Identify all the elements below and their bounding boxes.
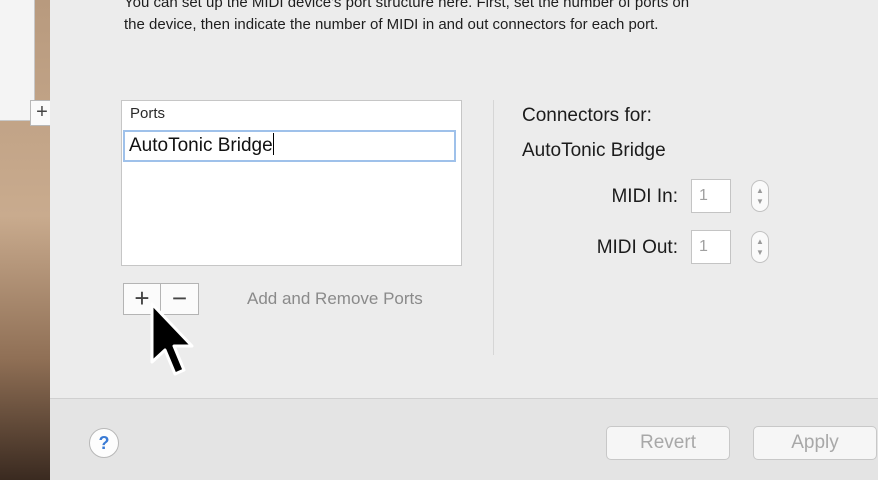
chevron-up-icon[interactable]: ▲ [752, 186, 768, 196]
arrow-pointer-icon [150, 302, 194, 376]
midi-in-row: MIDI In: [530, 180, 678, 214]
intro-line-1: You can set up the MIDI device's port st… [124, 0, 690, 11]
add-remove-ports-caption: Add and Remove Ports [247, 289, 423, 308]
midi-in-stepper[interactable]: ▲ ▼ [751, 180, 769, 212]
midi-in-field[interactable]: 1 [691, 179, 731, 213]
connectors-title: Connectors for: [522, 105, 652, 126]
revert-button[interactable]: Revert [606, 426, 730, 460]
apply-button[interactable]: Apply [753, 426, 877, 460]
text-caret [272, 133, 274, 155]
intro-line-2: the device, then indicate the number of … [124, 16, 659, 33]
midi-in-label: MIDI In: [611, 186, 678, 207]
midi-out-stepper[interactable]: ▲ ▼ [751, 231, 769, 263]
midi-out-row: MIDI Out: [530, 231, 678, 265]
connectors-device-name: AutoTonic Bridge [522, 140, 666, 161]
ports-list-header: Ports [130, 105, 166, 122]
footer-bar: ? Revert Apply [50, 398, 878, 480]
ports-list[interactable]: Ports AutoTonic Bridge [121, 100, 462, 266]
chevron-down-icon[interactable]: ▼ [752, 197, 768, 207]
midi-out-field[interactable]: 1 [691, 230, 731, 264]
chevron-up-icon[interactable]: ▲ [752, 237, 768, 247]
chevron-down-icon[interactable]: ▼ [752, 248, 768, 258]
midi-device-panel: You can set up the MIDI device's port st… [50, 0, 878, 480]
vertical-divider [493, 100, 494, 355]
port-name-edit-field[interactable]: AutoTonic Bridge [123, 130, 456, 162]
desktop-background: + [0, 0, 54, 480]
intro-text: You can set up the MIDI device's port st… [124, 0, 878, 36]
help-button[interactable]: ? [89, 428, 119, 458]
port-name-text: AutoTonic Bridge [129, 135, 273, 156]
midi-out-label: MIDI Out: [596, 237, 678, 258]
